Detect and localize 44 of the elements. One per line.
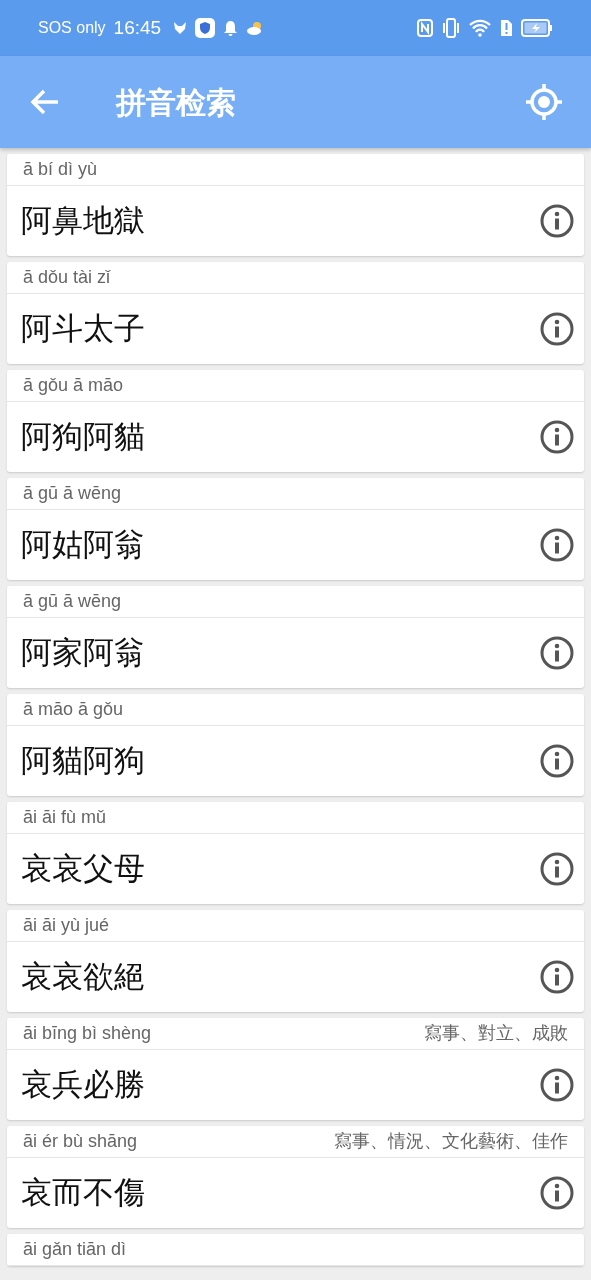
idiom-text: 哀兵必勝 [21, 1065, 145, 1104]
fox-icon [173, 21, 188, 35]
idiom-text: 阿狗阿貓 [21, 417, 145, 456]
info-icon[interactable] [540, 1068, 574, 1102]
sim-alert-icon [499, 19, 513, 37]
info-icon[interactable] [540, 204, 574, 238]
wifi-icon [469, 19, 491, 37]
vibrate-icon [441, 18, 461, 38]
pinyin-text: āi āi fù mǔ [23, 806, 107, 829]
pinyin-text: ā māo ā gǒu [23, 698, 124, 721]
info-icon[interactable] [540, 528, 574, 562]
idiom-text: 阿家阿翁 [21, 633, 145, 672]
pinyin-text: ā gū ā wēng [23, 482, 122, 505]
info-icon[interactable] [540, 960, 574, 994]
pinyin-text: ā bí dì yù [23, 158, 98, 181]
pinyin-text: āi bīng bì shèng [23, 1022, 152, 1045]
nfc-icon [417, 19, 433, 37]
info-icon[interactable] [540, 744, 574, 778]
pinyin-text: ā gū ā wēng [23, 590, 122, 613]
category-tags: 寫事、情況、文化藝術、佳作 [334, 1128, 568, 1155]
pinyin-text: āi ér bù shāng [23, 1130, 138, 1153]
pinyin-text: āi āi yù jué [23, 914, 110, 937]
bell-icon [223, 19, 239, 37]
idiom-text: 阿鼻地獄 [21, 201, 145, 240]
info-icon[interactable] [540, 636, 574, 670]
idiom-text: 哀而不傷 [21, 1173, 145, 1212]
info-icon[interactable] [540, 312, 574, 346]
idiom-text: 阿斗太子 [21, 309, 145, 348]
shield-icon [195, 18, 216, 38]
screen-title: 拼音检索 [116, 84, 236, 121]
clock-time: 16:45 [113, 15, 162, 40]
info-icon[interactable] [540, 852, 574, 886]
idiom-text: 哀哀父母 [21, 849, 145, 888]
pinyin-text: ā gǒu ā māo [23, 374, 124, 397]
info-icon[interactable] [540, 420, 574, 454]
pinyin-text: āi gǎn tiān dì [23, 1238, 127, 1261]
battery-icon [521, 19, 553, 37]
pinyin-text: ā dǒu tài zǐ [23, 266, 111, 289]
idiom-text: 阿姑阿翁 [21, 525, 145, 564]
idiom-text: 哀哀欲絕 [21, 957, 145, 996]
info-icon[interactable] [540, 1176, 574, 1210]
idiom-text: 阿貓阿狗 [21, 741, 145, 780]
category-tags: 寫事、對立、成敗 [424, 1020, 568, 1047]
carrier-text: SOS only [38, 18, 106, 38]
